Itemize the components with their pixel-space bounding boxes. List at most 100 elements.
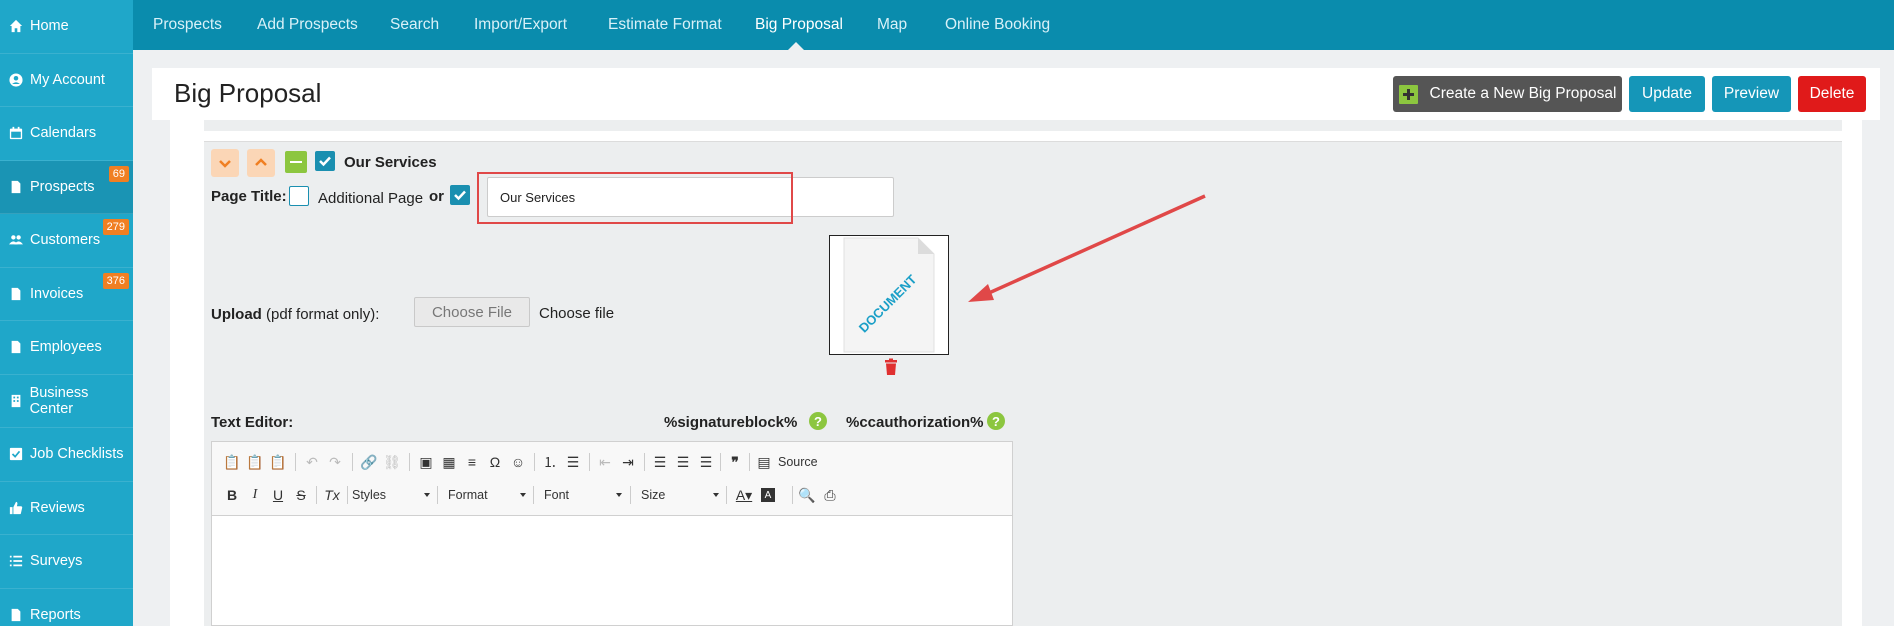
toolbar-separator xyxy=(792,486,793,504)
additional-page-checkbox[interactable] xyxy=(289,186,309,206)
sidebar-item-label: Business Center xyxy=(29,384,89,417)
sidebar-item-job-checklists[interactable]: Job Checklists xyxy=(0,428,133,482)
link-icon[interactable]: 🔗 xyxy=(359,452,379,472)
sidebar-item-calendars[interactable]: Calendars xyxy=(0,107,133,161)
table-icon[interactable]: ▦ xyxy=(439,452,459,472)
align-left-icon[interactable]: ☰ xyxy=(650,452,670,472)
remove-format-icon[interactable]: Tx xyxy=(322,485,342,505)
chevron-down-icon xyxy=(616,493,622,497)
strikethrough-icon[interactable]: S xyxy=(291,485,311,505)
sidebar-item-label: Calendars xyxy=(30,125,97,142)
create-big-proposal-button[interactable]: Create a New Big Proposal xyxy=(1393,76,1622,112)
tab-prospects[interactable]: Prospects xyxy=(153,0,222,50)
toolbar-separator xyxy=(533,486,534,504)
source-button[interactable]: Source xyxy=(778,451,818,473)
help-icon[interactable]: ? xyxy=(987,412,1005,430)
sidebar-item-prospects[interactable]: Prospects 69 xyxy=(0,160,133,214)
indent-icon[interactable]: ⇥ xyxy=(618,452,638,472)
section-enabled-checkbox[interactable] xyxy=(315,151,335,171)
count-badge: 69 xyxy=(108,165,129,182)
sidebar-item-invoices[interactable]: Invoices 376 xyxy=(0,268,133,321)
sidebar-item-business-center[interactable]: Business Center xyxy=(0,375,133,428)
move-up-button[interactable] xyxy=(247,149,275,177)
page-title-input[interactable] xyxy=(487,177,894,217)
source-icon[interactable]: ▤ xyxy=(754,452,774,472)
sidebar-item-employees[interactable]: Employees xyxy=(0,321,133,375)
trash-icon[interactable] xyxy=(882,358,900,376)
thumbs-up-icon xyxy=(8,500,24,516)
rich-text-editor: 📋 📋 📋 ↶ ↷ 🔗 ⛓ ▣ ▦ ≡ Ω ☺ ⒈ ☰ ⇤ ⇥ ☰ ☰ ☰ ❞ … xyxy=(211,441,1013,626)
toolbar-separator xyxy=(347,486,348,504)
paste-word-icon[interactable]: 📋 xyxy=(268,452,288,472)
editor-toolbar: 📋 📋 📋 ↶ ↷ 🔗 ⛓ ▣ ▦ ≡ Ω ☺ ⒈ ☰ ⇤ ⇥ ☰ ☰ ☰ ❞ … xyxy=(212,442,1012,516)
or-label: or xyxy=(429,188,444,205)
bold-icon[interactable]: B xyxy=(222,485,242,505)
sidebar-item-label: Job Checklists xyxy=(30,446,124,463)
document-thumbnail[interactable]: DOCUMENT xyxy=(829,235,949,355)
sidebar-item-my-account[interactable]: My Account xyxy=(0,54,133,107)
file-icon xyxy=(8,286,24,302)
print-icon[interactable]: ⎙ xyxy=(820,485,840,505)
active-tab-caret xyxy=(788,42,804,50)
count-badge: 376 xyxy=(102,272,129,289)
custom-title-checkbox[interactable] xyxy=(450,185,470,205)
help-icon[interactable]: ? xyxy=(809,412,827,430)
editor-content-area[interactable] xyxy=(212,517,1012,626)
underline-icon[interactable]: U xyxy=(268,485,288,505)
paste-icon[interactable]: 📋 xyxy=(222,452,242,472)
chosen-file-status: Choose file xyxy=(539,305,615,322)
sidebar-item-home[interactable]: Home xyxy=(0,0,133,54)
format-dropdown[interactable]: Format xyxy=(448,484,526,506)
horizontal-rule-icon[interactable]: ≡ xyxy=(462,452,482,472)
preview-button[interactable]: Preview xyxy=(1712,76,1791,112)
choose-file-button[interactable]: Choose File xyxy=(414,297,530,327)
special-char-icon[interactable]: Ω xyxy=(485,452,505,472)
outdent-icon[interactable]: ⇤ xyxy=(595,452,615,472)
unlink-icon[interactable]: ⛓ xyxy=(382,452,402,472)
paste-text-icon[interactable]: 📋 xyxy=(245,452,265,472)
font-dropdown[interactable]: Font xyxy=(544,484,622,506)
tab-map[interactable]: Map xyxy=(877,0,907,50)
styles-dropdown[interactable]: Styles xyxy=(352,484,430,506)
sidebar-item-customers[interactable]: Customers 279 xyxy=(0,214,133,268)
bulleted-list-icon[interactable]: ☰ xyxy=(563,452,583,472)
italic-icon[interactable]: I xyxy=(245,485,265,505)
tab-add-prospects[interactable]: Add Prospects xyxy=(257,0,358,50)
undo-icon[interactable]: ↶ xyxy=(302,452,322,472)
align-right-icon[interactable]: ☰ xyxy=(696,452,716,472)
file-icon xyxy=(8,607,24,623)
move-down-button[interactable] xyxy=(211,149,239,177)
page-title: Big Proposal xyxy=(174,78,322,108)
sidebar-item-reports[interactable]: Reports xyxy=(0,589,133,626)
smiley-icon[interactable]: ☺ xyxy=(508,452,528,472)
calendar-icon xyxy=(8,125,24,141)
update-button[interactable]: Update xyxy=(1629,76,1705,112)
align-center-icon[interactable]: ☰ xyxy=(673,452,693,472)
tab-search[interactable]: Search xyxy=(390,0,439,50)
upload-hint: (pdf format only): xyxy=(266,306,380,323)
background-color-icon[interactable]: A xyxy=(761,488,775,502)
page-header: Big Proposal Create a New Big Proposal U… xyxy=(152,68,1880,120)
toolbar-separator xyxy=(534,453,535,471)
chevron-down-icon xyxy=(424,493,430,497)
image-icon[interactable]: ▣ xyxy=(416,452,436,472)
collapse-section-button[interactable] xyxy=(285,151,307,173)
tab-online-booking[interactable]: Online Booking xyxy=(945,0,1050,50)
numbered-list-icon[interactable]: ⒈ xyxy=(540,452,560,472)
tab-estimate-format[interactable]: Estimate Format xyxy=(608,0,722,50)
preview-icon[interactable]: 🔍 xyxy=(797,485,817,505)
create-big-proposal-label: Create a New Big Proposal xyxy=(1429,85,1617,102)
text-color-icon[interactable]: A▾ xyxy=(734,485,754,505)
font-label: Font xyxy=(544,488,570,502)
delete-button[interactable]: Delete xyxy=(1798,76,1866,112)
redo-icon[interactable]: ↷ xyxy=(325,452,345,472)
size-dropdown[interactable]: Size xyxy=(641,484,719,506)
sidebar-item-reviews[interactable]: Reviews xyxy=(0,482,133,535)
sidebar-item-label: Prospects xyxy=(30,178,95,195)
toolbar-separator xyxy=(589,453,590,471)
tab-import-export[interactable]: Import/Export xyxy=(474,0,567,50)
chevron-down-icon xyxy=(520,493,526,497)
blockquote-icon[interactable]: ❞ xyxy=(725,452,745,472)
toolbar-separator xyxy=(437,486,438,504)
sidebar-item-surveys[interactable]: Surveys xyxy=(0,535,133,589)
